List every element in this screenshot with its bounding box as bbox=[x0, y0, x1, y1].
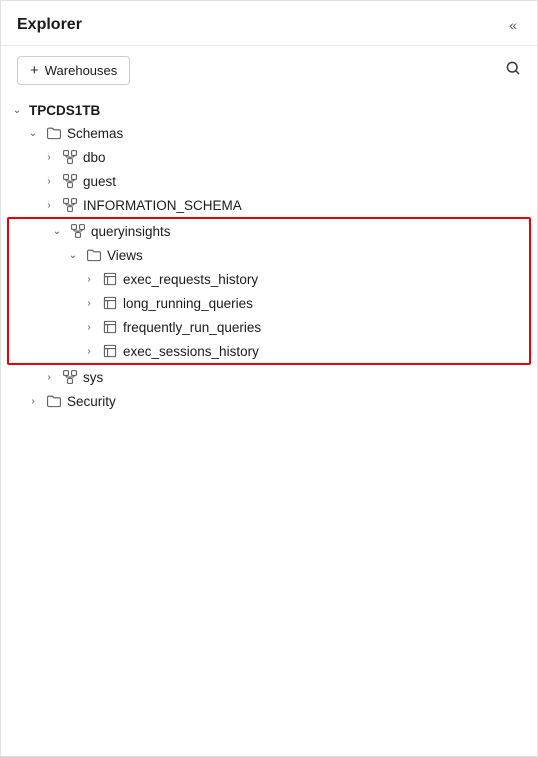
tree-container: ⌄ TPCDS1TB ⌄ Schemas › bbox=[1, 95, 537, 756]
exec-sessions-history-label: exec_sessions_history bbox=[123, 344, 259, 359]
chevron-right-icon: › bbox=[41, 197, 57, 213]
explorer-panel: Explorer « + Warehouses ⌄ TPCDS1TB ⌄ bbox=[0, 0, 538, 757]
add-warehouses-label: Warehouses bbox=[45, 63, 118, 78]
explorer-header: Explorer « bbox=[1, 1, 537, 46]
security-label: Security bbox=[67, 394, 116, 409]
long-running-queries-label: long_running_queries bbox=[123, 296, 253, 311]
schema-icon bbox=[69, 222, 87, 240]
add-warehouses-button[interactable]: + Warehouses bbox=[17, 56, 130, 85]
sys-label: sys bbox=[83, 370, 103, 385]
guest-label: guest bbox=[83, 174, 116, 189]
collapse-button[interactable]: « bbox=[505, 15, 521, 35]
information-schema-label: INFORMATION_SCHEMA bbox=[83, 198, 242, 213]
chevron-right-icon: › bbox=[41, 149, 57, 165]
tree-item-views[interactable]: ⌄ Views bbox=[9, 243, 529, 267]
schema-icon bbox=[61, 172, 79, 190]
folder-icon bbox=[45, 392, 63, 410]
chevron-right-icon: › bbox=[81, 343, 97, 359]
chevron-right-icon: › bbox=[81, 271, 97, 287]
toolbar: + Warehouses bbox=[1, 46, 537, 95]
view-icon bbox=[101, 294, 119, 312]
schema-icon bbox=[61, 196, 79, 214]
view-icon bbox=[101, 342, 119, 360]
highlight-box: ⌄ queryinsights ⌄ bbox=[7, 217, 531, 365]
database-label: TPCDS1TB bbox=[29, 103, 100, 118]
chevron-right-icon: › bbox=[25, 393, 41, 409]
view-icon bbox=[101, 270, 119, 288]
tree-item-queryinsights[interactable]: ⌄ queryinsights bbox=[9, 219, 529, 243]
chevron-right-icon: › bbox=[41, 369, 57, 385]
tree-item-exec-requests-history[interactable]: › exec_requests_history bbox=[9, 267, 529, 291]
tree-item-schemas[interactable]: ⌄ Schemas bbox=[1, 121, 537, 145]
plus-icon: + bbox=[30, 62, 39, 79]
chevron-right-icon: › bbox=[41, 173, 57, 189]
chevron-down-icon: ⌄ bbox=[25, 125, 41, 141]
search-icon bbox=[505, 60, 521, 76]
folder-icon bbox=[85, 246, 103, 264]
folder-icon bbox=[45, 124, 63, 142]
tree-item-information-schema[interactable]: › INFORMATION_SCHEMA bbox=[1, 193, 537, 217]
view-icon bbox=[101, 318, 119, 336]
tree-item-guest[interactable]: › guest bbox=[1, 169, 537, 193]
tree-item-long-running-queries[interactable]: › long_running_queries bbox=[9, 291, 529, 315]
chevron-down-icon: ⌄ bbox=[65, 247, 81, 263]
tree-item-tpcds1tb[interactable]: ⌄ TPCDS1TB bbox=[1, 99, 537, 121]
chevron-down-icon: ⌄ bbox=[9, 102, 25, 118]
exec-requests-history-label: exec_requests_history bbox=[123, 272, 258, 287]
frequently-run-queries-label: frequently_run_queries bbox=[123, 320, 261, 335]
tree-item-exec-sessions-history[interactable]: › exec_sessions_history bbox=[9, 339, 529, 363]
search-button[interactable] bbox=[505, 60, 521, 81]
dbo-label: dbo bbox=[83, 150, 106, 165]
schemas-label: Schemas bbox=[67, 126, 123, 141]
tree-item-sys[interactable]: › sys bbox=[1, 365, 537, 389]
tree-item-frequently-run-queries[interactable]: › frequently_run_queries bbox=[9, 315, 529, 339]
schema-icon bbox=[61, 368, 79, 386]
tree-item-dbo[interactable]: › dbo bbox=[1, 145, 537, 169]
explorer-title: Explorer bbox=[17, 16, 82, 34]
chevron-right-icon: › bbox=[81, 295, 97, 311]
chevron-right-icon: › bbox=[81, 319, 97, 335]
schema-icon bbox=[61, 148, 79, 166]
queryinsights-label: queryinsights bbox=[91, 224, 171, 239]
tree-item-security[interactable]: › Security bbox=[1, 389, 537, 413]
chevron-down-icon: ⌄ bbox=[49, 223, 65, 239]
views-label: Views bbox=[107, 248, 143, 263]
